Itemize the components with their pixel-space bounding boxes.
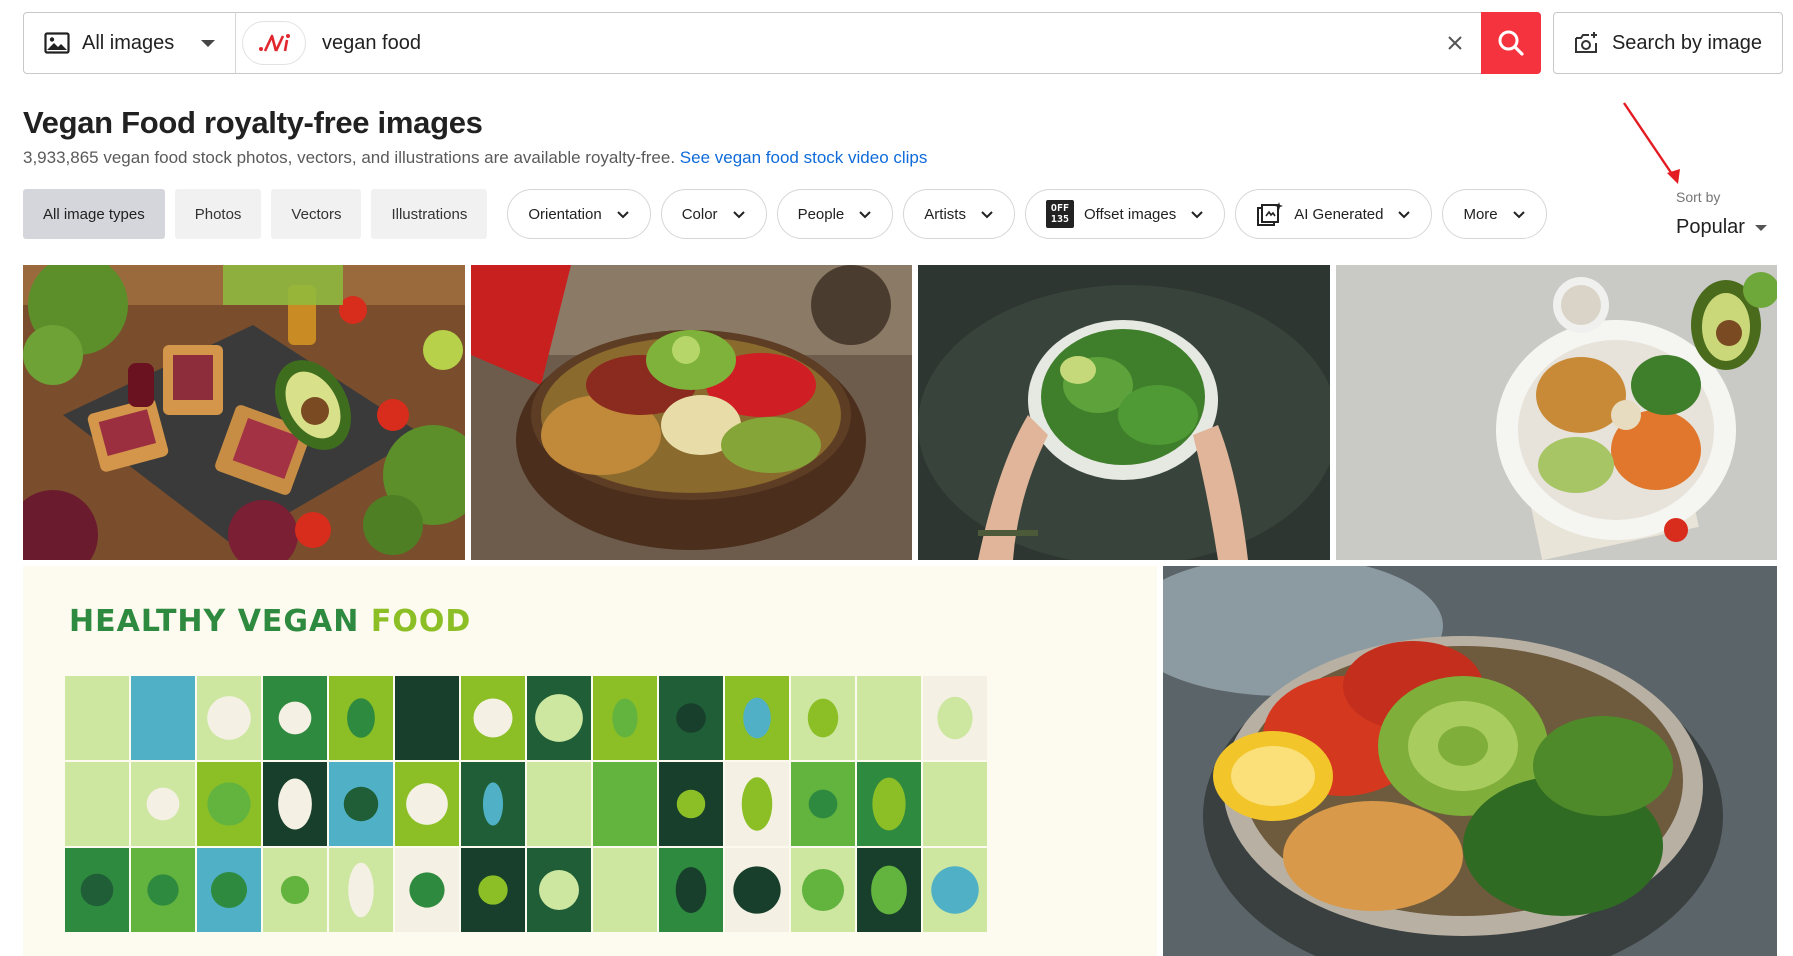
hands-greens-bowl-photo bbox=[918, 265, 1330, 560]
tab-illustrations[interactable]: Illustrations bbox=[371, 189, 488, 239]
search-by-image-button[interactable]: Search by image bbox=[1553, 12, 1783, 74]
tab-vectors[interactable]: Vectors bbox=[271, 189, 362, 239]
avocado-chickpea-plate-photo bbox=[1336, 265, 1777, 560]
ai-generated-filter-label: AI Generated bbox=[1294, 205, 1384, 223]
annotation-arrow bbox=[1623, 102, 1680, 184]
camera-search-icon bbox=[1574, 32, 1597, 53]
ai-generated-filter[interactable]: AI Generated bbox=[1235, 189, 1433, 239]
tab-photos[interactable]: Photos bbox=[174, 189, 262, 239]
page-title: Vegan Food royalty-free images bbox=[23, 105, 483, 140]
results-count-text: 3,933,865 vegan food stock photos, vecto… bbox=[23, 148, 676, 167]
people-filter-label: People bbox=[797, 205, 845, 223]
image-type-dropdown[interactable]: All images bbox=[24, 13, 236, 73]
chevron-down-icon bbox=[1512, 211, 1525, 219]
ai-logo-icon bbox=[259, 34, 290, 52]
tab-all-image-types[interactable]: All image types bbox=[23, 189, 165, 239]
offset-logo-icon: OFF 135 bbox=[1045, 200, 1074, 228]
banner-title-part-1: HEALTHY VEGAN bbox=[69, 604, 360, 639]
chevron-down-icon bbox=[1398, 211, 1411, 219]
more-filters-label: More bbox=[1463, 205, 1498, 223]
chevron-down-icon bbox=[732, 211, 745, 219]
image-result-2[interactable] bbox=[471, 265, 912, 560]
artists-filter[interactable]: Artists bbox=[903, 189, 1015, 239]
image-result-6[interactable] bbox=[1163, 566, 1777, 956]
sort-dropdown[interactable]: Popular bbox=[1676, 216, 1776, 239]
orientation-filter[interactable]: Orientation bbox=[507, 189, 651, 239]
people-filter[interactable]: People bbox=[776, 189, 894, 239]
search-by-image-label: Search by image bbox=[1611, 31, 1763, 54]
coconut-bowl-photo bbox=[471, 265, 912, 560]
search-button[interactable] bbox=[1481, 12, 1541, 74]
sort-control: Sort by Popular bbox=[1676, 189, 1776, 239]
search-input[interactable] bbox=[306, 13, 1435, 73]
sort-value: Popular bbox=[1676, 216, 1745, 238]
vegan-toasts-photo bbox=[23, 265, 465, 560]
search-bar: All images bbox=[23, 12, 1541, 74]
video-clips-link[interactable]: See vegan food stock video clips bbox=[680, 148, 928, 167]
caret-down-icon bbox=[201, 39, 215, 47]
results-summary: 3,933,865 vegan food stock photos, vecto… bbox=[23, 148, 927, 168]
caret-down-icon bbox=[1754, 224, 1767, 231]
color-filter-label: Color bbox=[681, 205, 718, 223]
chevron-down-icon bbox=[1191, 211, 1203, 219]
filter-bar: All image types Photos Vectors Illustrat… bbox=[23, 189, 1557, 239]
ai-search-toggle[interactable] bbox=[242, 21, 306, 65]
image-result-1[interactable] bbox=[23, 265, 465, 560]
offset-images-filter[interactable]: OFF 135 Offset images bbox=[1024, 189, 1226, 239]
buddha-bowl-photo bbox=[1163, 566, 1777, 956]
image-result-5[interactable]: HEALTHY VEGAN FOOD bbox=[23, 566, 1157, 956]
offset-images-filter-label: Offset images bbox=[1083, 205, 1177, 223]
color-filter[interactable]: Color bbox=[660, 189, 767, 239]
chevron-down-icon bbox=[859, 211, 871, 219]
more-filters[interactable]: More bbox=[1442, 189, 1547, 239]
artists-filter-label: Artists bbox=[924, 205, 966, 223]
orientation-filter-label: Orientation bbox=[528, 205, 602, 223]
close-icon bbox=[1448, 36, 1462, 50]
chevron-down-icon bbox=[981, 211, 993, 219]
search-icon bbox=[1498, 30, 1524, 56]
clear-search-button[interactable] bbox=[1435, 23, 1475, 63]
image-icon bbox=[44, 32, 70, 54]
image-result-4[interactable] bbox=[1336, 265, 1777, 560]
banner-title-part-2: FOOD bbox=[370, 604, 472, 639]
image-type-label: All images bbox=[82, 31, 175, 54]
banner-title: HEALTHY VEGAN FOOD bbox=[69, 604, 471, 639]
ai-generated-icon bbox=[1257, 202, 1284, 226]
chevron-down-icon bbox=[616, 211, 629, 219]
image-result-3[interactable] bbox=[918, 265, 1330, 560]
sort-label: Sort by bbox=[1676, 189, 1721, 205]
